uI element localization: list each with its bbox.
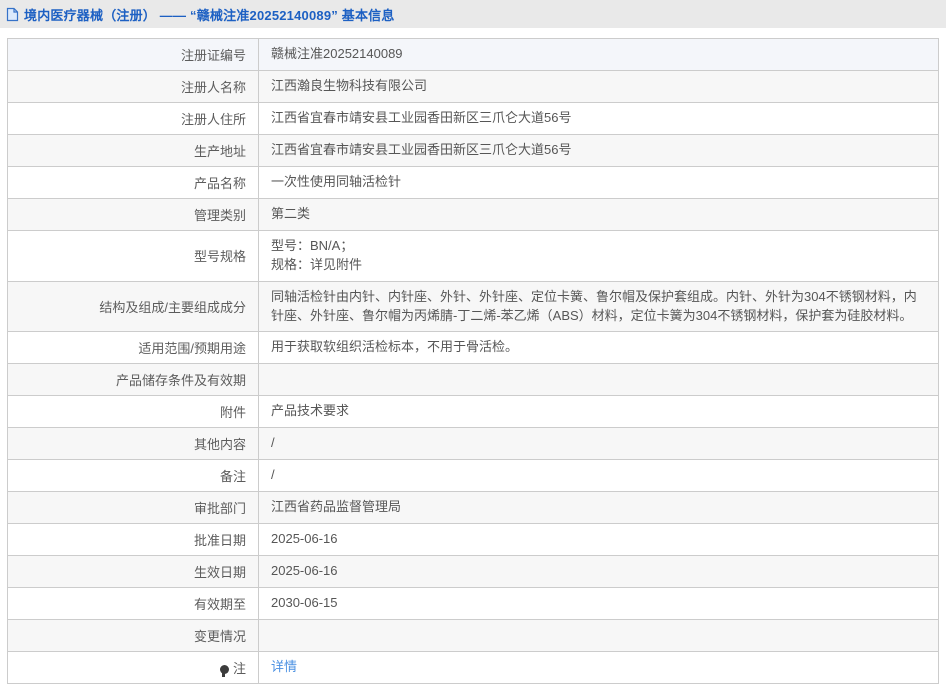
row-label: 有效期至 <box>7 587 259 621</box>
page-title: 境内医疗器械（注册） —— “赣械注准20252140089” 基本信息 <box>24 7 395 23</box>
row-value: 第二类 <box>258 198 939 231</box>
row-label: 注册人名称 <box>7 70 259 103</box>
row-label: 适用范围/预期用途 <box>7 331 259 365</box>
table-row: 备注 / <box>7 459 939 493</box>
row-label: 注册证编号 <box>7 38 259 71</box>
table-row: 结构及组成/主要组成成分 同轴活检针由内针、内针座、外针、外针座、定位卡簧、鲁尔帽… <box>7 280 939 333</box>
row-label: 注 <box>7 651 259 684</box>
row-label: 审批部门 <box>7 491 259 525</box>
row-label-text: 生产地址 <box>193 144 246 159</box>
row-label-text: 注册人住所 <box>180 112 246 127</box>
table-row: 附件 产品技术要求 <box>7 395 939 429</box>
row-label-text: 型号规格 <box>193 249 246 265</box>
row-value: 2025-06-16 <box>258 523 939 557</box>
row-value: 赣械注准20252140089 <box>258 38 939 71</box>
table-row: 其他内容 / <box>7 427 939 461</box>
row-label: 生产地址 <box>7 134 259 167</box>
table-row: 生效日期 2025-06-16 <box>7 555 939 589</box>
row-label-text: 批准日期 <box>193 533 246 549</box>
row-value: / <box>258 427 939 461</box>
row-value: 型号：BN/A； 规格：详见附件 <box>258 230 939 282</box>
registration-table-body: 注册证编号 赣械注准20252140089 注册人名称 江西瀚良生物科技有限公司 注册人… <box>7 38 939 684</box>
row-value: 江西省药品监督管理局 <box>258 491 939 525</box>
row-value: 用于获取软组织活检标本，不用于骨活检。 <box>258 331 939 365</box>
row-value: 江西瀚良生物科技有限公司 <box>258 70 939 103</box>
row-label: 变更情况 <box>7 619 259 653</box>
row-label-text: 变更情况 <box>193 629 246 645</box>
row-label-text: 适用范围/预期用途 <box>138 341 246 357</box>
table-row: 产品储存条件及有效期 <box>7 363 939 397</box>
registration-info-table: 注册证编号 赣械注准20252140089 注册人名称 江西瀚良生物科技有限公司 注册人… <box>7 38 939 684</box>
detail-link[interactable]: 详情 <box>271 659 297 674</box>
row-label-text: 审批部门 <box>193 501 246 517</box>
row-value: 一次性使用同轴活检针 <box>258 166 939 199</box>
row-value: 产品技术要求 <box>258 395 939 429</box>
table-row: 注册证编号 赣械注准20252140089 <box>7 38 939 71</box>
row-value <box>258 619 939 653</box>
row-label: 其他内容 <box>7 427 259 461</box>
row-label-text: 管理类别 <box>193 208 246 223</box>
row-label: 注册人住所 <box>7 102 259 135</box>
row-label-text: 备注 <box>219 469 246 485</box>
row-value <box>258 363 939 397</box>
row-label: 附件 <box>7 395 259 429</box>
table-row: 产品名称 一次性使用同轴活检针 <box>7 166 939 199</box>
row-label: 产品名称 <box>7 166 259 199</box>
note-bulb-icon <box>219 665 229 678</box>
row-label-text: 附件 <box>219 405 246 421</box>
table-row: 变更情况 <box>7 619 939 653</box>
row-label: 生效日期 <box>7 555 259 589</box>
header-bar: 境内医疗器械（注册） —— “赣械注准20252140089” 基本信息 <box>0 0 946 28</box>
row-label-text: 产品名称 <box>193 176 246 191</box>
table-row: 注册人名称 江西瀚良生物科技有限公司 <box>7 70 939 103</box>
row-label-text: 产品储存条件及有效期 <box>115 373 246 389</box>
row-label: 管理类别 <box>7 198 259 231</box>
row-label: 批准日期 <box>7 523 259 557</box>
table-row: 有效期至 2030-06-15 <box>7 587 939 621</box>
row-value: 同轴活检针由内针、内针座、外针、外针座、定位卡簧、鲁尔帽及保护套组成。内针、外针… <box>258 280 939 333</box>
row-label: 备注 <box>7 459 259 493</box>
table-row: 管理类别 第二类 <box>7 198 939 231</box>
row-label-text: 结构及组成/主要组成成分 <box>99 300 246 316</box>
row-label-text: 其他内容 <box>193 437 246 453</box>
table-row: 审批部门 江西省药品监督管理局 <box>7 491 939 525</box>
row-label: 结构及组成/主要组成成分 <box>7 280 259 333</box>
row-label-text: 生效日期 <box>193 565 246 581</box>
row-value: 2025-06-16 <box>258 555 939 589</box>
table-row: 生产地址 江西省宜春市靖安县工业园香田新区三爪仑大道56号 <box>7 134 939 167</box>
table-row: 批准日期 2025-06-16 <box>7 523 939 557</box>
table-row: 注 详情 <box>7 651 939 684</box>
table-row: 型号规格 型号：BN/A； 规格：详见附件 <box>7 230 939 282</box>
row-label: 型号规格 <box>7 230 259 282</box>
row-value: 江西省宜春市靖安县工业园香田新区三爪仑大道56号 <box>258 102 939 135</box>
row-value: 2030-06-15 <box>258 587 939 621</box>
row-label-text: 注 <box>232 661 246 677</box>
row-label: 产品储存条件及有效期 <box>7 363 259 397</box>
document-icon <box>6 7 19 22</box>
row-value: 详情 <box>258 651 939 684</box>
row-label-text: 注册人名称 <box>180 80 246 95</box>
table-row: 适用范围/预期用途 用于获取软组织活检标本，不用于骨活检。 <box>7 331 939 365</box>
row-value: 江西省宜春市靖安县工业园香田新区三爪仑大道56号 <box>258 134 939 167</box>
row-label-text: 注册证编号 <box>180 48 246 63</box>
row-value: / <box>258 459 939 493</box>
table-row: 注册人住所 江西省宜春市靖安县工业园香田新区三爪仑大道56号 <box>7 102 939 135</box>
